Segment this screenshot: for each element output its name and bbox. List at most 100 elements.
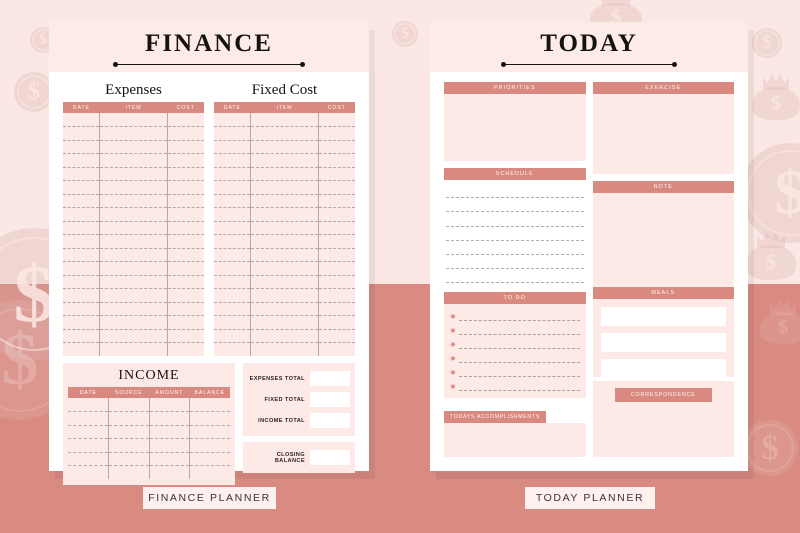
table-cell[interactable] [99,153,168,168]
schedule-line[interactable] [446,241,584,255]
table-cell[interactable] [250,342,319,356]
table-cell[interactable] [167,234,204,249]
table-cell[interactable] [318,207,355,222]
table-row[interactable] [63,153,204,168]
table-cell[interactable] [167,113,204,127]
table-cell[interactable] [68,465,109,479]
table-row[interactable] [214,167,355,181]
table-cell[interactable] [318,248,355,262]
table-cell[interactable] [318,315,355,330]
todo-row[interactable]: ✹ [450,310,580,324]
table-row[interactable] [63,207,204,222]
table-cell[interactable] [250,180,319,195]
table-cell[interactable] [167,167,204,181]
table-cell[interactable] [250,194,319,208]
table-row[interactable] [63,315,204,330]
table-row[interactable] [214,126,355,141]
table-cell[interactable] [63,329,101,343]
table-cell[interactable] [214,288,252,303]
table-cell[interactable] [167,126,204,141]
table-cell[interactable] [108,411,150,426]
table-cell[interactable] [63,153,101,168]
table-row[interactable] [214,248,355,262]
table-cell[interactable] [99,275,168,289]
schedule-line[interactable] [446,255,584,270]
table-cell[interactable] [99,167,168,181]
table-cell[interactable] [318,234,355,249]
todo-row[interactable]: ✹ [450,324,580,338]
table-cell[interactable] [167,343,204,357]
table-cell[interactable] [318,288,355,303]
table-row[interactable] [214,288,355,303]
table-row[interactable] [68,411,230,426]
table-cell[interactable] [99,315,168,330]
table-cell[interactable] [63,275,101,289]
table-cell[interactable] [63,248,101,262]
table-cell[interactable] [250,153,319,168]
table-cell[interactable] [250,288,319,303]
todo-row[interactable]: ✹ [450,338,580,352]
table-row[interactable] [214,140,355,154]
table-cell[interactable] [167,180,204,195]
table-cell[interactable] [214,126,252,141]
todo-line[interactable] [458,342,580,349]
table-cell[interactable] [167,140,204,154]
table-cell[interactable] [318,153,355,168]
table-cell[interactable] [214,342,252,356]
table-cell[interactable] [167,288,204,303]
schedule-line[interactable] [446,184,584,199]
table-cell[interactable] [250,140,319,154]
table-cell[interactable] [167,153,204,168]
meal-input[interactable] [600,333,726,352]
table-cell[interactable] [99,261,168,276]
table-cell[interactable] [189,452,230,466]
table-row[interactable] [63,288,204,303]
table-row[interactable] [63,126,204,141]
table-row[interactable] [214,234,355,249]
table-row[interactable] [63,167,204,181]
table-cell[interactable] [63,167,101,181]
table-cell[interactable] [63,315,101,330]
table-cell[interactable] [63,194,101,208]
table-cell[interactable] [63,234,101,249]
table-cell[interactable] [99,302,168,316]
schedule-line[interactable] [446,227,584,241]
table-cell[interactable] [99,180,168,195]
table-row[interactable] [63,261,204,276]
table-cell[interactable] [189,411,230,426]
table-cell[interactable] [149,452,190,466]
table-cell[interactable] [167,194,204,208]
table-cell[interactable] [167,261,204,276]
table-cell[interactable] [250,315,319,330]
table-cell[interactable] [318,126,355,141]
table-cell[interactable] [318,302,355,316]
table-cell[interactable] [63,207,101,222]
table-cell[interactable] [250,126,319,141]
table-cell[interactable] [68,425,109,439]
table-cell[interactable] [318,140,355,154]
table-row[interactable] [214,113,355,127]
correspondence-field[interactable] [593,402,735,457]
table-cell[interactable] [149,465,190,479]
table-row[interactable] [214,329,355,343]
table-row[interactable] [214,261,355,276]
table-cell[interactable] [167,248,204,262]
table-cell[interactable] [318,329,355,343]
total-input[interactable] [310,392,350,407]
table-cell[interactable] [63,302,101,316]
table-cell[interactable] [149,411,190,426]
table-cell[interactable] [99,329,168,343]
table-row[interactable] [63,234,204,249]
table-cell[interactable] [214,315,252,330]
table-row[interactable] [68,452,230,466]
table-cell[interactable] [214,329,252,343]
todo-line[interactable] [458,314,580,321]
table-cell[interactable] [214,234,252,249]
table-row[interactable] [63,221,204,235]
table-row[interactable] [68,398,230,412]
note-field[interactable] [592,192,734,287]
table-row[interactable] [214,194,355,208]
table-row[interactable] [214,153,355,168]
table-cell[interactable] [214,140,252,154]
table-cell[interactable] [167,302,204,316]
